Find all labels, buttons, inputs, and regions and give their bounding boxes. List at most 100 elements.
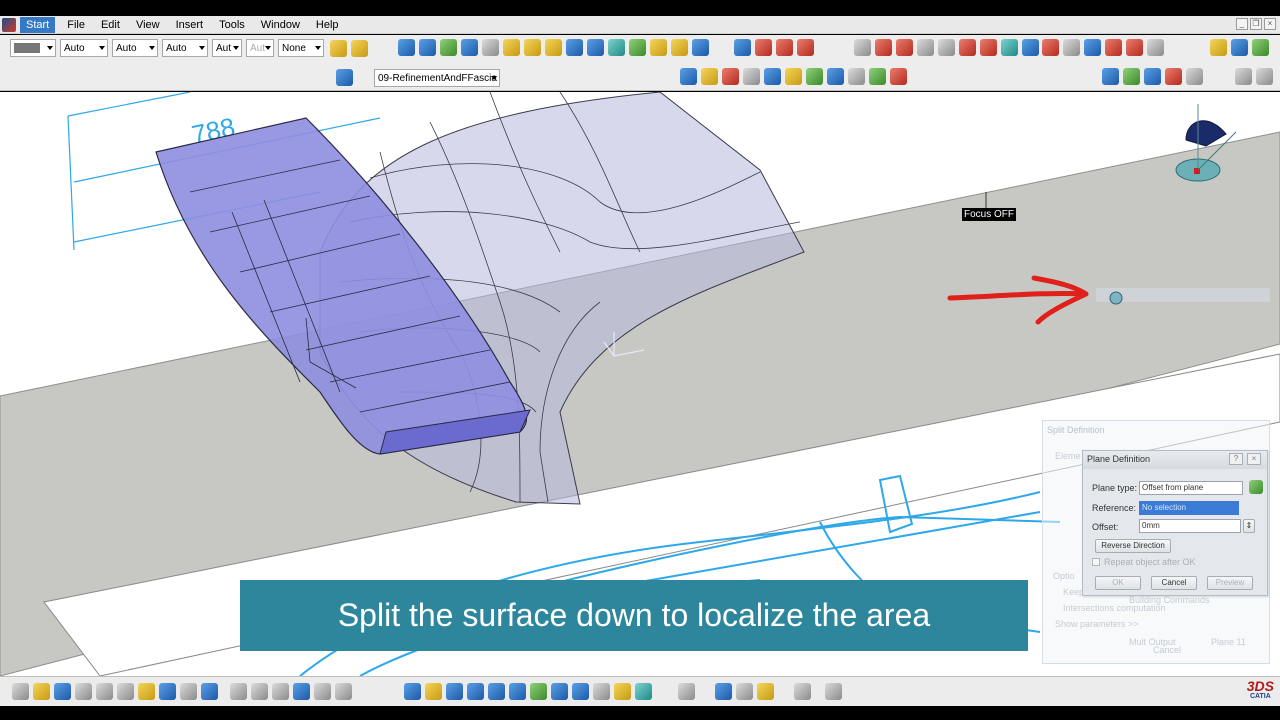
draft-analysis-icon[interactable]: [797, 39, 814, 56]
measure-icon[interactable]: [1042, 39, 1059, 56]
grid-icon[interactable]: [825, 683, 842, 700]
translate-icon[interactable]: [671, 39, 688, 56]
fit-all-icon[interactable]: [680, 68, 697, 85]
hide-show-icon[interactable]: [1126, 39, 1143, 56]
workbench-icon[interactable]: [1252, 39, 1269, 56]
shaft-icon[interactable]: [959, 39, 976, 56]
redo-icon[interactable]: [180, 683, 197, 700]
print-icon[interactable]: [75, 683, 92, 700]
render-icon[interactable]: [890, 68, 907, 85]
repeat-checkbox[interactable]: [1092, 558, 1100, 566]
pan-icon[interactable]: [446, 683, 463, 700]
paste-icon[interactable]: [138, 683, 155, 700]
connect-analysis-icon[interactable]: [755, 39, 772, 56]
fillet-icon[interactable]: [650, 39, 667, 56]
fill-color-combo[interactable]: [10, 39, 56, 57]
fit-all-icon[interactable]: [425, 683, 442, 700]
catalog-icon[interactable]: [736, 683, 753, 700]
line-thickness-combo[interactable]: Auto: [112, 39, 158, 57]
blend-icon[interactable]: [482, 39, 499, 56]
ok-button[interactable]: OK: [1095, 576, 1141, 590]
catia-app-icon[interactable]: [2, 17, 16, 32]
axis-icon[interactable]: [1084, 39, 1101, 56]
minimize-icon[interactable]: _: [1236, 18, 1248, 30]
curvature-icon[interactable]: [776, 39, 793, 56]
inertia-icon[interactable]: [1063, 39, 1080, 56]
menu-file[interactable]: File: [59, 19, 93, 31]
painter-icon[interactable]: [330, 39, 347, 57]
multi-view-icon[interactable]: [785, 68, 802, 85]
settings-icon[interactable]: [1256, 68, 1273, 85]
sketch-mode-icon[interactable]: [1231, 39, 1248, 56]
pocket-icon[interactable]: [938, 39, 955, 56]
close-icon[interactable]: ×: [1247, 453, 1261, 465]
brush-icon[interactable]: [351, 39, 368, 57]
zoom-in-icon[interactable]: [488, 683, 505, 700]
split-icon[interactable]: [566, 39, 583, 56]
zoom-out-icon[interactable]: [509, 683, 526, 700]
layer-combo[interactable]: None: [278, 39, 324, 57]
menu-edit[interactable]: Edit: [93, 19, 128, 31]
shell-icon[interactable]: [1001, 39, 1018, 56]
compass-icon[interactable]: [1105, 39, 1122, 56]
swap-icon[interactable]: [678, 683, 695, 700]
close-icon[interactable]: ×: [1264, 18, 1276, 30]
save-icon[interactable]: [54, 683, 71, 700]
open-file-icon[interactable]: [33, 683, 50, 700]
new-file-icon[interactable]: [12, 683, 29, 700]
undo-icon[interactable]: [159, 683, 176, 700]
thick-surface-icon[interactable]: [854, 39, 871, 56]
multi-section-icon[interactable]: [461, 39, 478, 56]
heal-icon[interactable]: [545, 39, 562, 56]
wireframe-icon[interactable]: [1102, 68, 1119, 85]
formula-icon[interactable]: [230, 683, 247, 700]
reactions-icon[interactable]: [314, 683, 331, 700]
ghost-cancel-button[interactable]: Cancel: [1153, 645, 1181, 655]
environment-icon[interactable]: [1186, 68, 1203, 85]
help-icon[interactable]: ?: [1229, 453, 1243, 465]
preview-button[interactable]: Preview: [1207, 576, 1253, 590]
refresh-icon[interactable]: [1235, 68, 1252, 85]
zoom-icon[interactable]: [743, 68, 760, 85]
offset-field[interactable]: 0mm: [1139, 519, 1241, 533]
plane-definition-dialog[interactable]: Plane Definition ? × Plane type: Offset …: [1082, 450, 1268, 596]
rotate-icon[interactable]: [722, 68, 739, 85]
lighting-icon[interactable]: [1144, 68, 1161, 85]
menu-start[interactable]: Start: [20, 16, 56, 33]
iso-view-icon[interactable]: [572, 683, 589, 700]
menu-window[interactable]: Window: [253, 19, 308, 31]
comment-icon[interactable]: [251, 683, 268, 700]
table-icon[interactable]: [272, 683, 289, 700]
list-icon[interactable]: [335, 683, 352, 700]
dimension-icon[interactable]: [715, 683, 732, 700]
multi-view-icon[interactable]: [551, 683, 568, 700]
hide-icon[interactable]: [848, 68, 865, 85]
fly-icon[interactable]: [404, 683, 421, 700]
ground-icon[interactable]: [1165, 68, 1182, 85]
knowledge-icon[interactable]: [293, 683, 310, 700]
restore-icon[interactable]: ❐: [1250, 18, 1262, 30]
point-symbol-combo[interactable]: Aut: [212, 39, 242, 57]
pad-icon[interactable]: [917, 39, 934, 56]
show-parameters-button[interactable]: Show parameters >>: [1055, 619, 1139, 629]
menu-insert[interactable]: Insert: [168, 19, 212, 31]
reference-field[interactable]: No selection: [1139, 501, 1239, 515]
law-icon[interactable]: [734, 39, 751, 56]
extract-icon[interactable]: [629, 39, 646, 56]
plane-type-select[interactable]: Offset from plane: [1139, 481, 1243, 495]
remove-face-icon[interactable]: [1022, 39, 1039, 56]
whats-this-icon[interactable]: [201, 683, 218, 700]
select-arrow-icon[interactable]: [1210, 39, 1227, 56]
pan-icon[interactable]: [701, 68, 718, 85]
transparency-combo[interactable]: Auto: [60, 39, 108, 57]
offset-icon[interactable]: [503, 39, 520, 56]
video-icon[interactable]: [794, 683, 811, 700]
reverse-direction-button[interactable]: Reverse Direction: [1095, 539, 1171, 553]
trim-icon[interactable]: [587, 39, 604, 56]
shading-icon[interactable]: [827, 68, 844, 85]
bottle-icon[interactable]: [757, 683, 774, 700]
menu-tools[interactable]: Tools: [211, 19, 253, 31]
catalog-icon[interactable]: [1147, 39, 1164, 56]
cut-icon[interactable]: [96, 683, 113, 700]
swap-space-icon[interactable]: [869, 68, 886, 85]
